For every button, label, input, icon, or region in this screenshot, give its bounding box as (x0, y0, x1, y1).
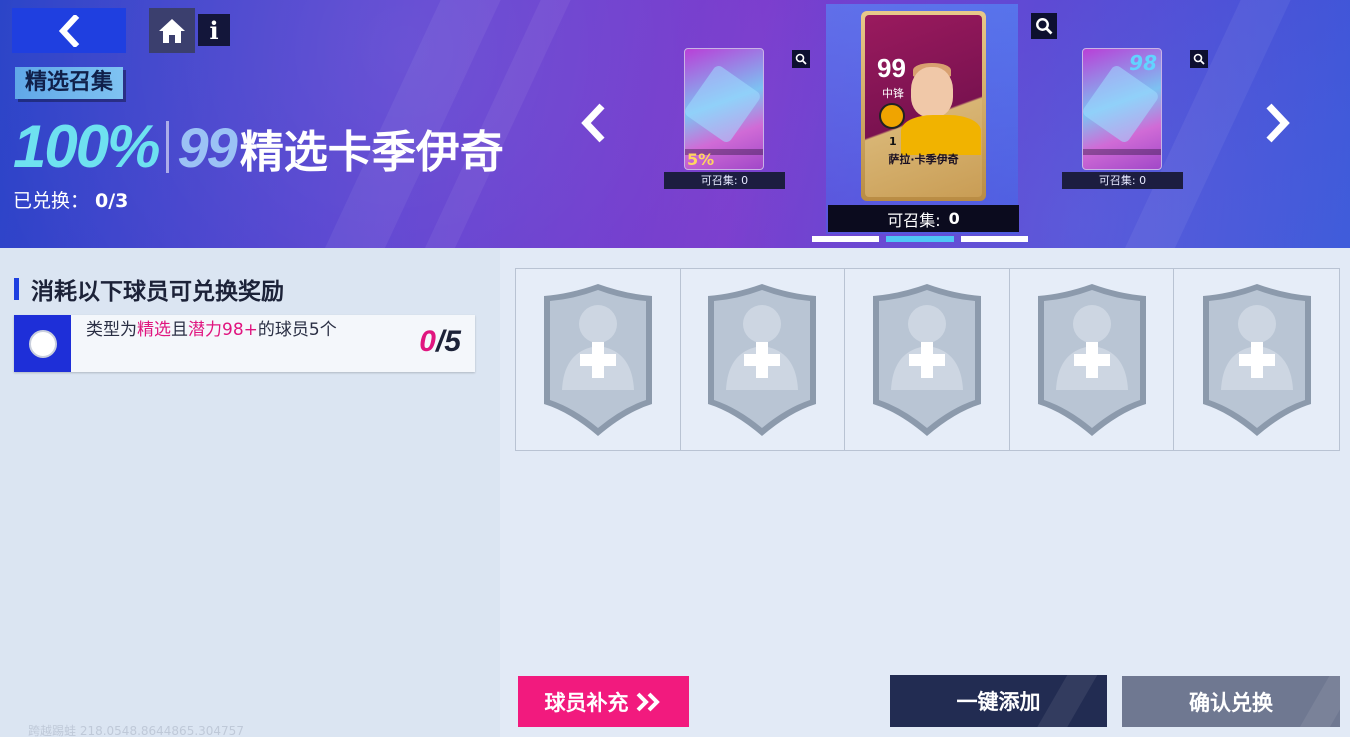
magnifier-icon (1036, 18, 1053, 35)
pack-type-tag: 精选召集 (15, 67, 124, 99)
add-player-icon (543, 283, 652, 436)
double-chevron-right-icon (635, 691, 663, 713)
card-badge: 5% (687, 150, 715, 169)
carousel-dot-3[interactable] (961, 236, 1028, 242)
info-button[interactable]: i (198, 14, 230, 46)
player-slot[interactable] (1174, 269, 1339, 450)
add-player-icon (872, 283, 981, 436)
card-count-right: 可召集: 0 (1062, 172, 1183, 189)
player-slot-row (515, 268, 1340, 451)
card-count-label: 可召集: (887, 210, 941, 230)
redeemed-status: 已兑换： 0/3 (13, 186, 128, 213)
carousel-next-button[interactable] (1257, 98, 1297, 148)
player-supply-button[interactable]: 球员补充 (518, 676, 689, 727)
zoom-button-right[interactable] (1190, 50, 1208, 68)
player-slot[interactable] (845, 269, 1010, 450)
redeemed-label: 已兑换： (13, 190, 90, 212)
carousel-dot-1[interactable] (812, 236, 879, 242)
auto-add-button[interactable]: 一键添加 (890, 675, 1107, 727)
title-name: 精选卡季伊奇 (239, 127, 504, 178)
chevron-left-icon (581, 103, 605, 143)
chevron-right-icon (1266, 103, 1290, 143)
player-slot[interactable] (516, 269, 681, 450)
card-count-center: 可召集: 0 (828, 205, 1019, 232)
add-player-icon (1037, 283, 1146, 436)
carousel-card-right[interactable]: 98 (1082, 48, 1162, 170)
player-portrait (911, 67, 953, 117)
carousel-card-left[interactable]: 5% (684, 48, 764, 170)
home-icon (159, 18, 185, 43)
player-rating: 99 (877, 53, 906, 83)
watermark: 跨越踢蛙 218.0548.8644865.304757 (28, 724, 244, 737)
page-title: 100% 99 精选卡季伊奇 (13, 112, 504, 182)
zoom-button-left[interactable] (792, 50, 810, 68)
magnifier-icon (1193, 53, 1205, 65)
requirement-checkbox[interactable] (14, 315, 71, 372)
title-rating: 99 (177, 116, 237, 179)
card-count-value: 0 (948, 209, 960, 228)
back-button[interactable] (12, 8, 126, 53)
player-slot[interactable] (680, 269, 846, 450)
zoom-button-center[interactable] (1031, 13, 1057, 39)
add-player-icon (708, 283, 817, 436)
player-number: 1 (889, 135, 897, 148)
magnifier-icon (795, 53, 807, 65)
carousel-prev-button[interactable] (574, 98, 614, 148)
player-slot[interactable] (1009, 269, 1175, 450)
title-percent: 100% (13, 113, 160, 180)
requirements-heading: 消耗以下球员可兑换奖励 (14, 276, 284, 305)
player-position: 中锋 (882, 87, 904, 100)
confirm-exchange-button[interactable]: 确认兑换 (1122, 676, 1340, 727)
requirement-text: 类型为精选且潜力98+的球员5个 (86, 320, 337, 340)
requirement-item[interactable]: 类型为精选且潜力98+的球员5个 0/5 (14, 315, 475, 372)
requirement-progress: 0/5 (419, 325, 461, 358)
card-rating: 98 (1129, 51, 1157, 75)
carousel-card-center[interactable]: 99 中锋 1 萨拉·卡季伊奇 (861, 11, 986, 201)
redeemed-value: 0/3 (95, 190, 129, 212)
add-player-icon (1202, 283, 1311, 436)
radio-icon (28, 329, 57, 358)
chevron-left-icon (58, 14, 80, 47)
info-icon: i (209, 15, 219, 45)
card-count-left: 可召集: 0 (664, 172, 785, 189)
player-name: 萨拉·卡季伊奇 (888, 153, 959, 166)
home-button[interactable] (149, 8, 195, 53)
requirements-title: 消耗以下球员可兑换奖励 (31, 279, 284, 305)
carousel-dot-2[interactable] (886, 236, 954, 242)
club-badge-icon (879, 103, 905, 129)
title-divider (166, 121, 170, 173)
